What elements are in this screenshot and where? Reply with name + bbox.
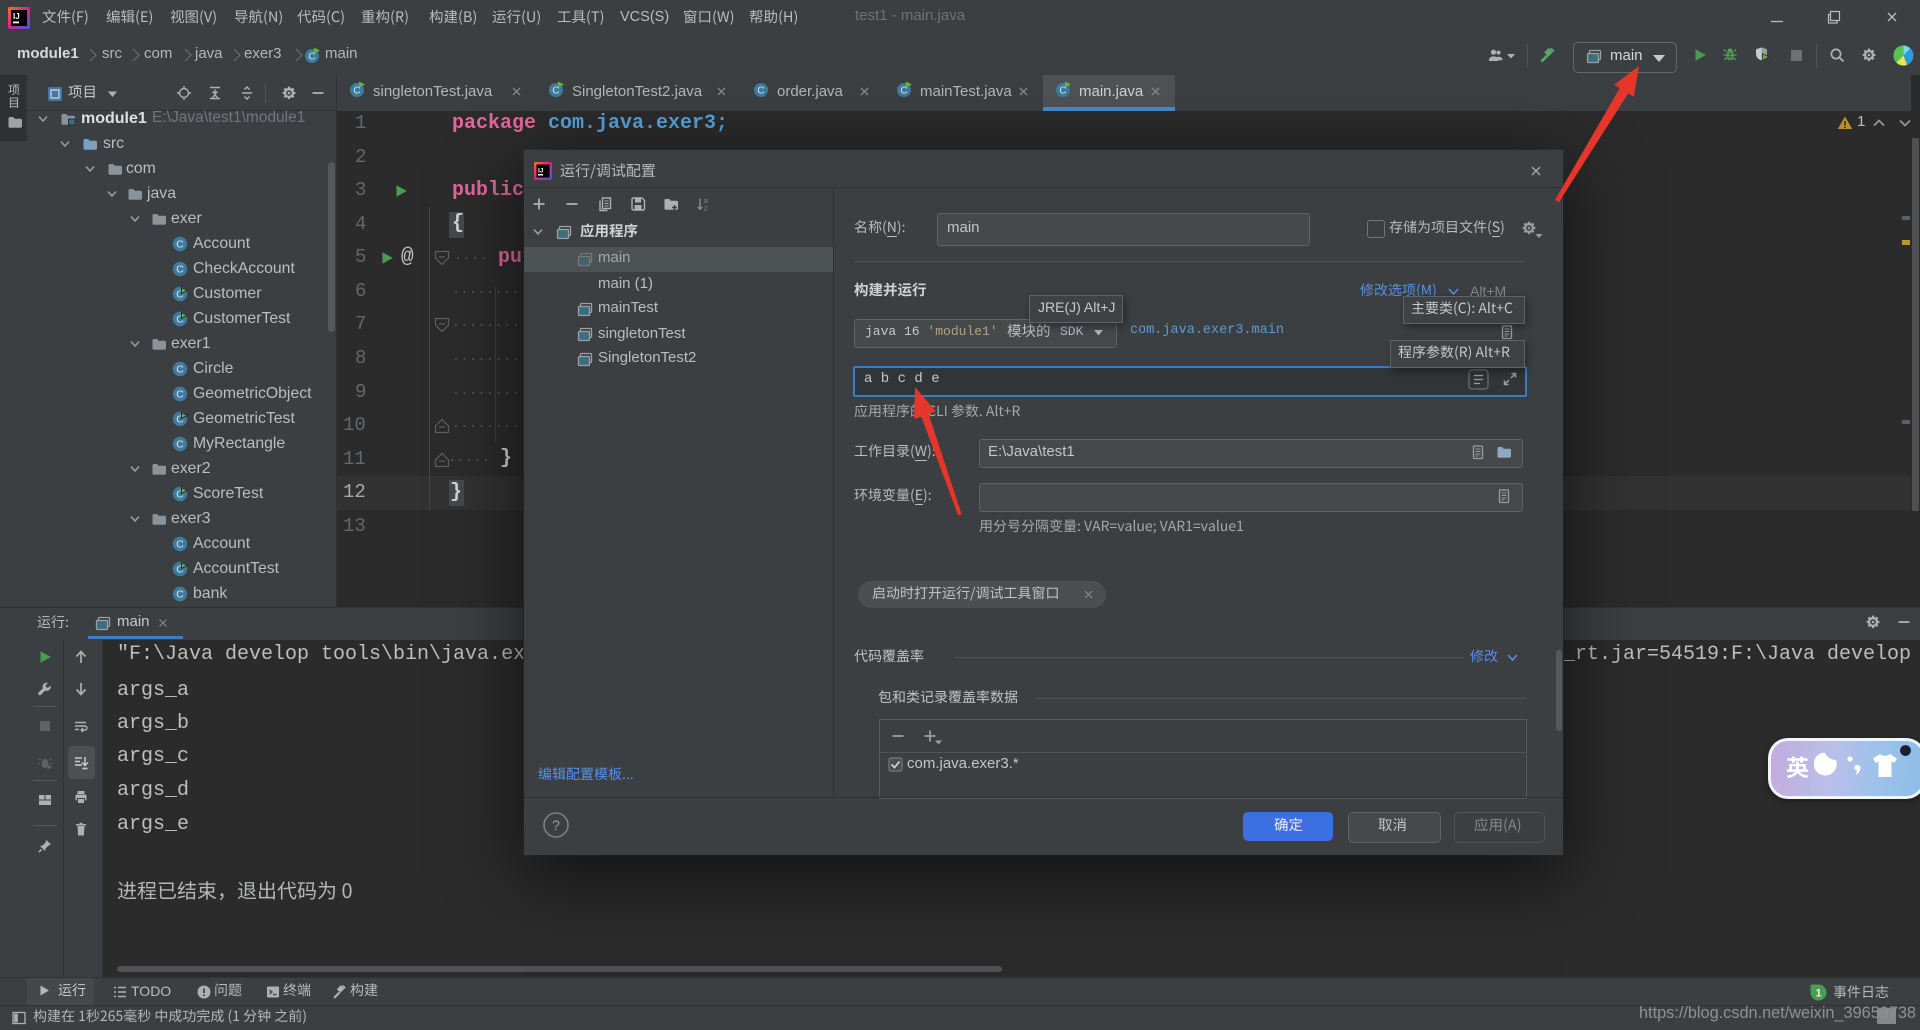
- svg-text:z: z: [704, 206, 708, 213]
- svg-text:IJ: IJ: [13, 12, 20, 21]
- svg-text:C: C: [176, 239, 184, 251]
- svg-text:C: C: [176, 439, 184, 451]
- svg-text:?: ?: [552, 817, 560, 833]
- svg-text:C: C: [176, 589, 184, 601]
- svg-text:a: a: [704, 198, 708, 205]
- svg-text:C: C: [176, 389, 184, 401]
- svg-text:C: C: [176, 264, 184, 276]
- svg-text:IJ: IJ: [538, 168, 544, 175]
- svg-text:C: C: [176, 539, 184, 551]
- svg-text:C: C: [757, 85, 764, 96]
- svg-text:1: 1: [1815, 987, 1821, 999]
- svg-text:C: C: [176, 364, 184, 376]
